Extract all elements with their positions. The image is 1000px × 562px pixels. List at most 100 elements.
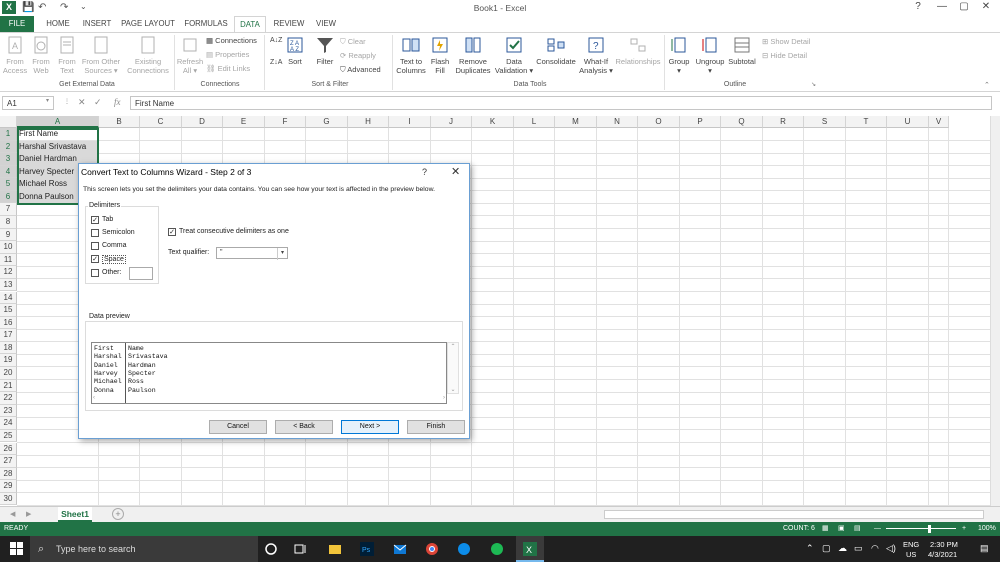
page-break-view-icon[interactable]: ▤	[854, 522, 861, 536]
cancel-entry-icon[interactable]: ✕	[78, 97, 86, 108]
row-header[interactable]: 1	[0, 128, 17, 141]
zoom-level[interactable]: 100%	[978, 522, 996, 536]
from-text-button[interactable]: From Text	[54, 35, 80, 75]
input-region[interactable]: US	[906, 550, 916, 559]
text-to-columns-button[interactable]: Text to Columns	[394, 35, 428, 75]
volume-icon[interactable]: ◁)	[886, 543, 896, 554]
meet-now-icon[interactable]: ▢	[822, 543, 831, 554]
select-all-corner[interactable]	[0, 116, 17, 128]
row-header[interactable]: 2	[0, 140, 17, 154]
data-validation-button[interactable]: Data Validation ▾	[494, 35, 534, 75]
hide-detail-button[interactable]: ⊟ Hide Detail	[762, 51, 807, 60]
notifications-icon[interactable]: ▤	[980, 543, 989, 554]
spotify-icon[interactable]	[490, 542, 504, 556]
row-header[interactable]: 24	[0, 417, 17, 430]
tab-page-layout[interactable]: PAGE LAYOUT	[120, 16, 176, 32]
reapply-button[interactable]: ⟳ Reapply	[340, 51, 376, 60]
restore-button[interactable]: ▢	[954, 1, 974, 12]
preview-vertical-scrollbar[interactable]: ⌃ ⌄	[447, 342, 459, 394]
wifi-icon[interactable]: ◠	[871, 543, 879, 554]
column-header[interactable]: E	[223, 116, 265, 128]
row-header[interactable]: 20	[0, 367, 17, 380]
column-header[interactable]: Q	[721, 116, 763, 128]
column-header[interactable]: A	[17, 116, 99, 128]
row-header[interactable]: 28	[0, 467, 17, 481]
tab-insert[interactable]: INSERT	[80, 16, 114, 32]
flash-fill-button[interactable]: Flash Fill	[429, 35, 451, 75]
group-button[interactable]: Group ▾	[666, 35, 692, 75]
row-header[interactable]: 18	[0, 341, 17, 355]
page-layout-view-icon[interactable]: ▣	[838, 522, 845, 536]
back-button[interactable]: < Back	[275, 420, 333, 434]
row-header[interactable]: 16	[0, 316, 17, 330]
column-header[interactable]: C	[140, 116, 182, 128]
row-header[interactable]: 22	[0, 392, 17, 405]
edit-links-button[interactable]: ⛓ Edit Links	[206, 64, 250, 73]
confirm-entry-icon[interactable]: ✓	[94, 97, 102, 108]
next-button[interactable]: Next >	[341, 420, 399, 434]
cancel-button[interactable]: Cancel	[209, 420, 267, 434]
file-explorer-icon[interactable]	[328, 542, 342, 556]
advanced-button[interactable]: ⛉ Advanced	[340, 65, 381, 75]
consecutive-delimiters-checkbox[interactable]: ✓	[168, 228, 176, 236]
column-header[interactable]: L	[514, 116, 555, 128]
row-header[interactable]: 8	[0, 216, 17, 229]
tab-file[interactable]: FILE	[0, 16, 34, 32]
input-language[interactable]: ENG	[903, 540, 919, 549]
excel-taskbar-button[interactable]: X	[516, 536, 544, 562]
row-header[interactable]: 19	[0, 354, 17, 367]
row-header[interactable]: 29	[0, 480, 17, 493]
row-header[interactable]: 11	[0, 253, 17, 267]
column-header[interactable]: S	[804, 116, 846, 128]
clock-time[interactable]: 2:30 PM	[930, 540, 958, 549]
remove-duplicates-button[interactable]: Remove Duplicates	[452, 35, 494, 75]
column-header[interactable]: I	[389, 116, 431, 128]
row-header[interactable]: 27	[0, 455, 17, 468]
normal-view-icon[interactable]: ▦	[822, 522, 829, 536]
tab-data[interactable]: DATA	[234, 16, 266, 32]
row-header[interactable]: 26	[0, 442, 17, 455]
row-header[interactable]: 23	[0, 404, 17, 418]
text-qualifier-select[interactable]: " ▾	[216, 247, 288, 260]
taskbar-search-box[interactable]: ⌕ Type here to search	[30, 536, 258, 562]
row-header[interactable]: 4	[0, 165, 17, 179]
row-header[interactable]: 14	[0, 291, 17, 305]
chrome-icon[interactable]	[425, 542, 439, 556]
tab-checkbox[interactable]: ✓	[91, 216, 99, 224]
row-header[interactable]: 7	[0, 203, 17, 216]
tab-review[interactable]: REVIEW	[270, 16, 308, 32]
ungroup-button[interactable]: Ungroup ▾	[693, 35, 727, 75]
relationships-button[interactable]: Relationships	[614, 35, 662, 66]
cortana-icon[interactable]	[264, 542, 278, 556]
dialog-help-button[interactable]: ?	[422, 167, 427, 177]
close-window-button[interactable]: ✕	[976, 1, 996, 12]
clear-button[interactable]: ⛉ Clear	[340, 37, 366, 47]
row-header[interactable]: 15	[0, 304, 17, 317]
battery-icon[interactable]: ▭	[854, 543, 863, 554]
what-if-analysis-button[interactable]: ? What-If Analysis ▾	[578, 35, 614, 75]
windows-start-icon[interactable]	[10, 542, 24, 556]
zoom-slider[interactable]	[886, 528, 956, 529]
column-header[interactable]: G	[306, 116, 348, 128]
from-web-button[interactable]: From Web	[28, 35, 54, 75]
column-header[interactable]: D	[182, 116, 223, 128]
subtotal-button[interactable]: Subtotal	[727, 35, 757, 66]
row-header[interactable]: 3	[0, 153, 17, 166]
properties-button[interactable]: ▤ Properties	[206, 50, 249, 59]
row-header[interactable]: 25	[0, 429, 17, 443]
sheet-tab-sheet1[interactable]: Sheet1	[58, 507, 92, 522]
other-checkbox[interactable]	[91, 269, 99, 277]
sort-button[interactable]: Z AA Z Sort	[284, 35, 306, 66]
horizontal-scrollbar[interactable]	[604, 510, 984, 519]
column-header[interactable]: K	[472, 116, 514, 128]
edge-icon[interactable]	[457, 542, 471, 556]
tab-formulas[interactable]: FORMULAS	[182, 16, 230, 32]
tab-home[interactable]: HOME	[42, 16, 74, 32]
clock-date[interactable]: 4/3/2021	[928, 550, 957, 559]
show-detail-button[interactable]: ⊞ Show Detail	[762, 37, 810, 46]
column-header[interactable]: N	[597, 116, 638, 128]
row-header[interactable]: 12	[0, 266, 17, 279]
formula-input[interactable]: First Name	[130, 96, 992, 110]
collapse-ribbon-icon[interactable]: ⌃	[984, 81, 990, 89]
row-header[interactable]: 17	[0, 329, 17, 342]
